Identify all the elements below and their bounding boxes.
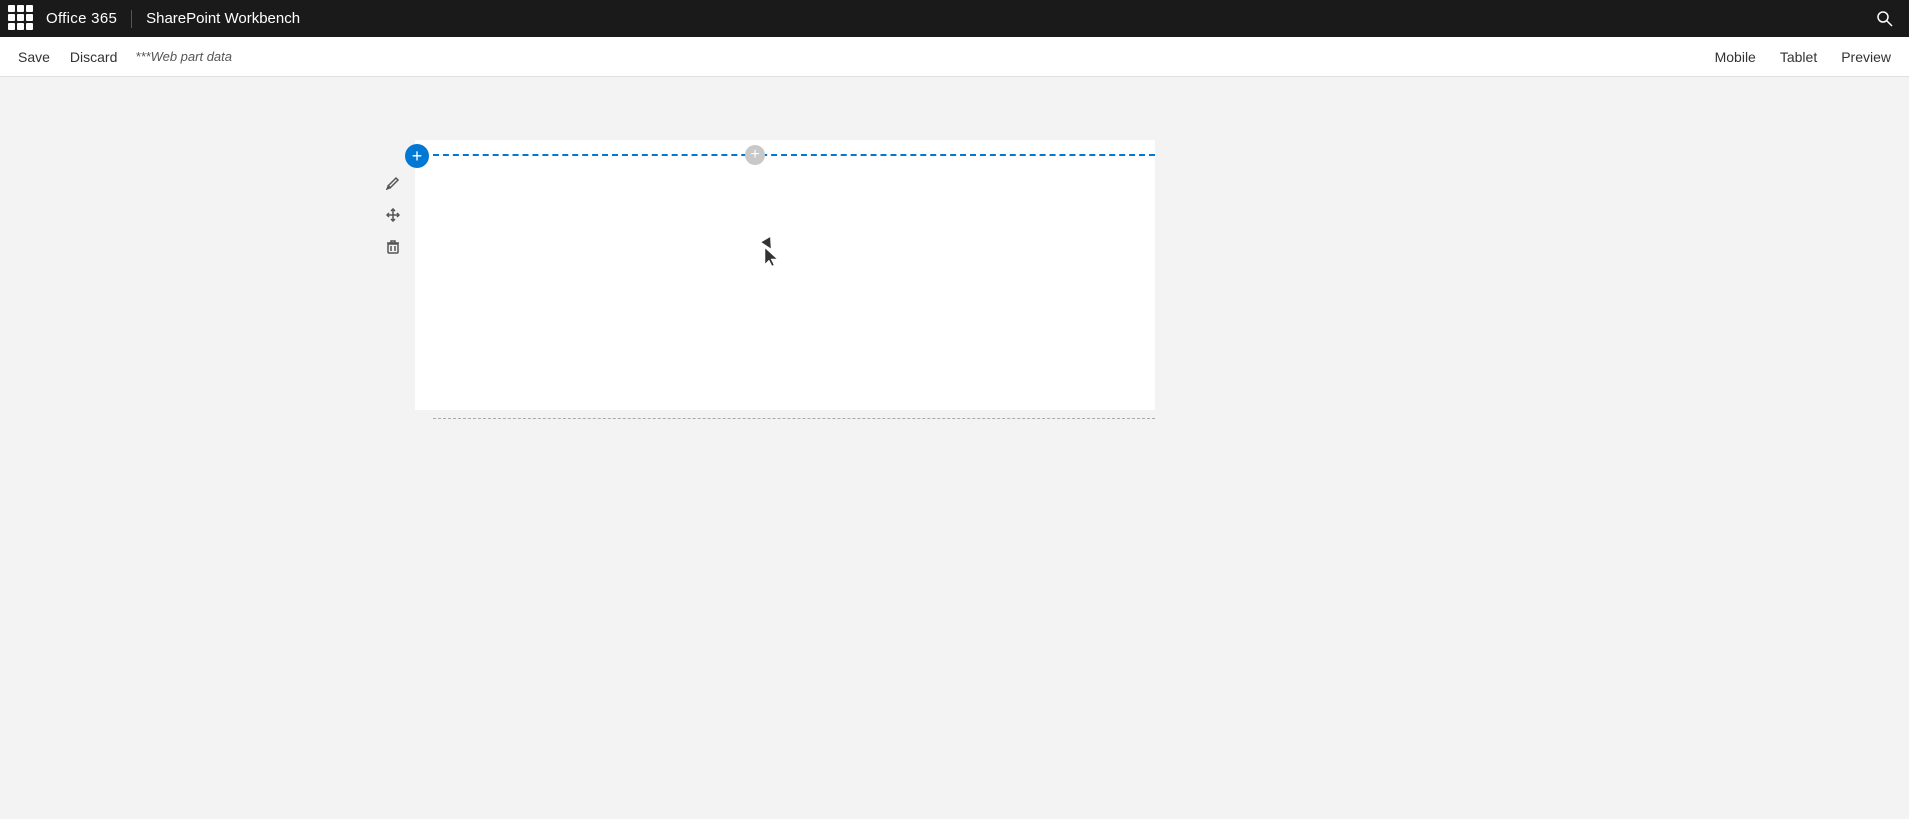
mobile-view-button[interactable]: Mobile (1713, 45, 1758, 69)
tablet-view-button[interactable]: Tablet (1778, 45, 1819, 69)
app-launcher-icon[interactable] (8, 5, 36, 33)
save-button[interactable]: Save (16, 45, 52, 69)
edit-icon[interactable] (380, 170, 406, 196)
nav-right-section (1869, 3, 1901, 35)
webpart-info-text: ***Web part data (135, 49, 232, 64)
move-icon[interactable] (380, 202, 406, 228)
webpart-top-border (433, 154, 1155, 156)
discard-button[interactable]: Discard (68, 45, 119, 69)
office-title: Office 365 (46, 10, 117, 27)
webpart-content-area (415, 140, 1155, 410)
webpart-area: + + (415, 140, 1155, 410)
toolbar-right: Mobile Tablet Preview (1713, 45, 1893, 69)
webpart-bottom-border (433, 418, 1155, 419)
preview-button[interactable]: Preview (1839, 45, 1893, 69)
add-webpart-button-top[interactable]: + (405, 144, 429, 168)
canvas-container: + + (415, 122, 1155, 410)
add-webpart-button-center[interactable]: + (745, 145, 765, 165)
main-content: + + (0, 77, 1909, 819)
toolbar: Save Discard ***Web part data Mobile Tab… (0, 37, 1909, 77)
nav-divider (131, 10, 132, 28)
top-navigation: Office 365 SharePoint Workbench (0, 0, 1909, 37)
search-icon[interactable] (1869, 3, 1901, 35)
workbench-title: SharePoint Workbench (146, 10, 300, 27)
side-toolbar (380, 170, 406, 260)
delete-icon[interactable] (380, 234, 406, 260)
